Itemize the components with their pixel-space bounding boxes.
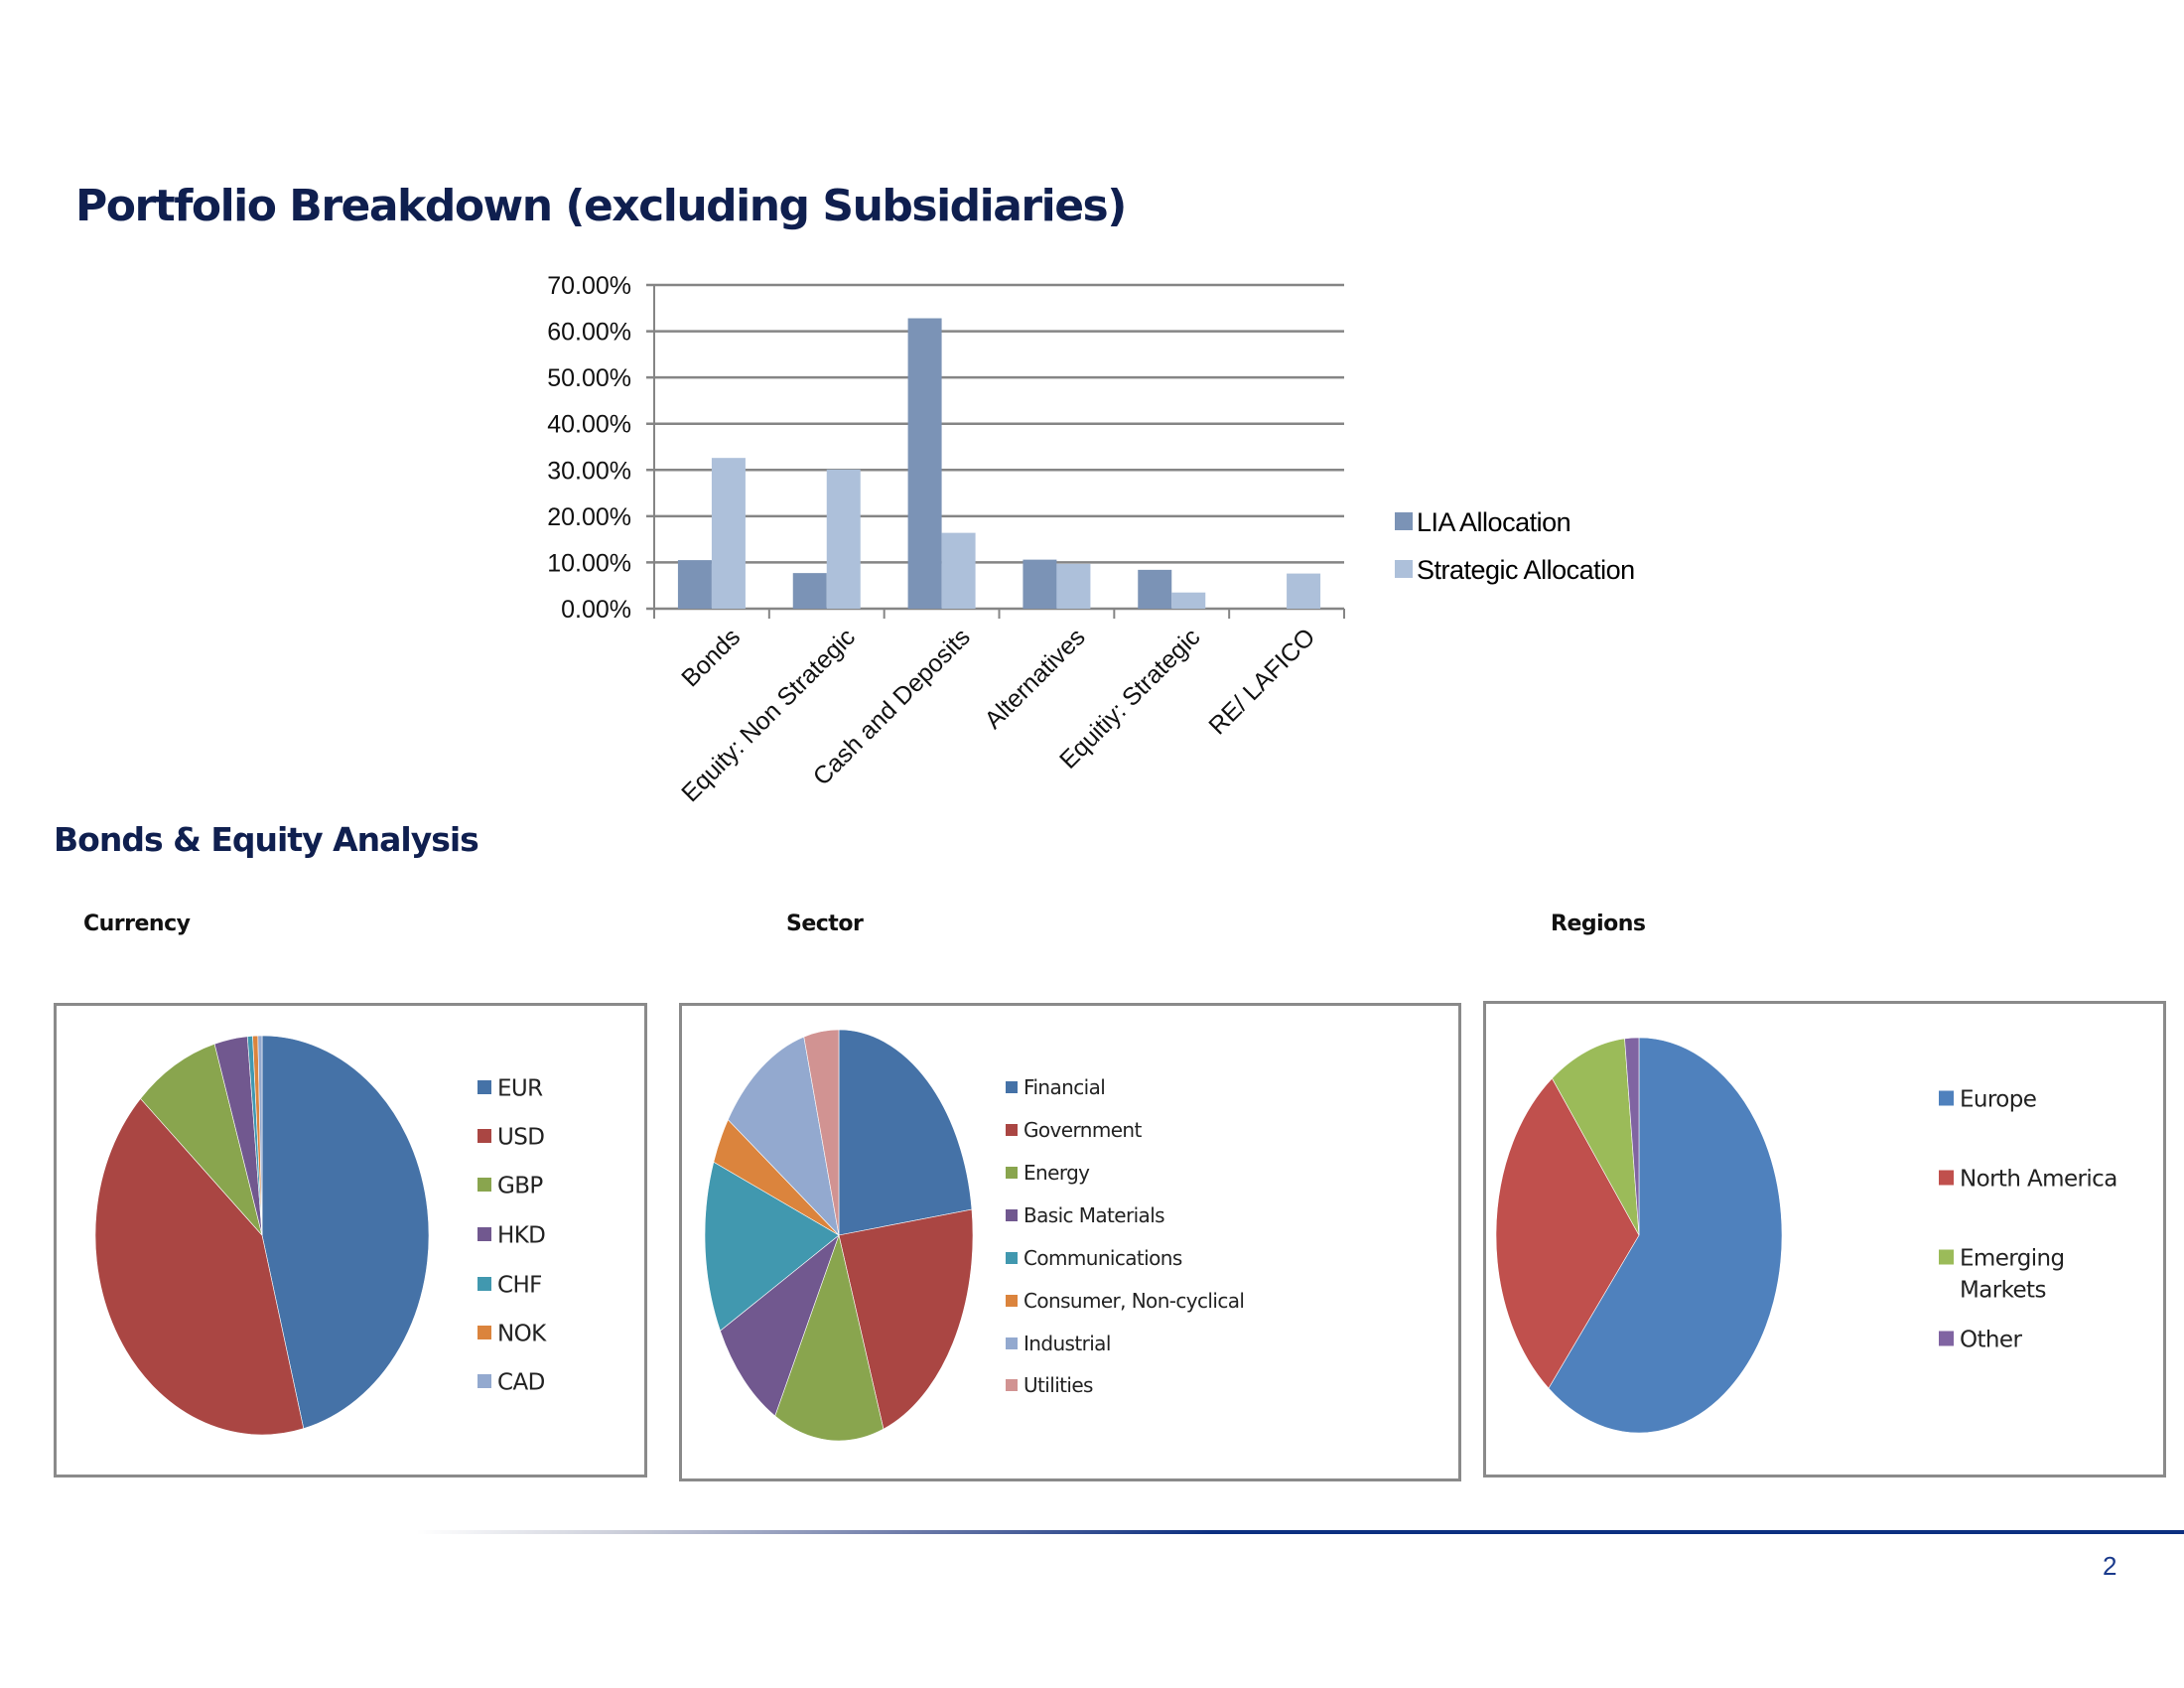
bar-lia-allocation-3 — [1023, 559, 1057, 609]
regions-pie-chart: Europe North America Emerging Markets Other — [1495, 1037, 2117, 1434]
bar-strategic-allocation-0 — [711, 458, 746, 609]
regions-chart-title: Regions — [1551, 912, 1646, 936]
legend-swatch — [1939, 1331, 1954, 1346]
legend-label: Strategic Allocation — [1417, 555, 1635, 585]
legend-label: Industrial — [1024, 1332, 1111, 1355]
bar-lia-allocation-4 — [1138, 569, 1172, 609]
legend-label: CHF — [497, 1272, 542, 1298]
legend-label: GBP — [497, 1173, 543, 1198]
y-tick-label: 0.00% — [561, 596, 631, 624]
legend-swatch — [1006, 1167, 1018, 1179]
bar-lia-allocation-0 — [677, 560, 712, 609]
y-tick-label: 40.00% — [547, 411, 631, 439]
legend-label: HKD — [497, 1222, 545, 1248]
y-tick-label: 60.00% — [547, 319, 631, 347]
legend-swatch — [1006, 1209, 1018, 1221]
x-category-label: Alternatives — [979, 623, 1090, 734]
bar-strategic-allocation-5 — [1287, 573, 1321, 609]
footer-divider — [417, 1530, 2184, 1534]
legend-swatch — [1006, 1081, 1018, 1093]
bar-lia-allocation-2 — [907, 318, 942, 609]
legend-label: Financial — [1024, 1075, 1105, 1099]
legend-label: Consumer, Non-cyclical — [1024, 1289, 1244, 1313]
legend-label: Energy — [1024, 1161, 1090, 1185]
sector-chart-panel: Financial Government Energy Basic Materials… — [679, 1003, 1461, 1481]
legend-label: Communications — [1024, 1246, 1182, 1270]
legend-label: Europe — [1960, 1086, 2036, 1112]
legend-label: Other — [1960, 1327, 2022, 1352]
y-tick-label: 50.00% — [547, 364, 631, 392]
pie-slice-financial — [838, 1029, 973, 1236]
bar-strategic-allocation-3 — [1056, 563, 1091, 609]
legend-label: Utilities — [1024, 1373, 1093, 1397]
regions-chart-panel: Europe North America Emerging Markets Other — [1483, 1001, 2166, 1477]
legend-swatch — [1939, 1170, 1954, 1186]
legend-label: Government — [1024, 1118, 1142, 1142]
legend-swatch — [478, 1326, 491, 1339]
legend-label: Basic Materials — [1024, 1203, 1164, 1227]
sector-chart-title: Sector — [786, 912, 864, 936]
legend-swatch — [1006, 1124, 1018, 1136]
legend-swatch — [1006, 1337, 1018, 1349]
x-category-label: Bonds — [676, 623, 746, 692]
y-tick-label: 10.00% — [547, 549, 631, 577]
legend-swatch — [478, 1178, 491, 1192]
currency-chart-panel: EUR USD GBP HKD CHF NOK CAD — [54, 1003, 647, 1477]
legend-swatch — [1395, 560, 1413, 578]
legend-label: Emerging — [1960, 1245, 2065, 1271]
x-category-label: RE/ LAFICO — [1203, 623, 1320, 740]
legend-swatch — [478, 1227, 491, 1241]
legend-label: LIA Allocation — [1417, 507, 1570, 537]
legend-swatch — [1006, 1379, 1018, 1391]
legend-label: USD — [497, 1124, 544, 1150]
legend-label: North America — [1960, 1166, 2117, 1192]
currency-chart-title: Currency — [83, 912, 191, 936]
bar-lia-allocation-1 — [792, 573, 827, 609]
bar-strategic-allocation-4 — [1171, 592, 1206, 609]
y-tick-label: 30.00% — [547, 457, 631, 485]
bar-strategic-allocation-2 — [941, 532, 976, 609]
legend-swatch — [1006, 1252, 1018, 1264]
bar-strategic-allocation-1 — [826, 469, 861, 609]
allocation-bar-chart: 0.00% 10.00% 20.00% 30.00% 40.00% 50.00% 60.00… — [547, 272, 1635, 807]
section-title: Bonds & Equity Analysis — [54, 820, 479, 859]
y-tick-label: 20.00% — [547, 503, 631, 531]
legend-label: Markets — [1960, 1277, 2046, 1303]
sector-pie-chart: Financial Government Energy Basic Materials… — [704, 1029, 1245, 1442]
legend-swatch — [1006, 1295, 1018, 1307]
legend-label: CAD — [497, 1369, 545, 1395]
legend-swatch — [478, 1080, 491, 1094]
legend-swatch — [478, 1374, 491, 1388]
currency-pie-chart: EUR USD GBP HKD CHF NOK CAD — [94, 1035, 548, 1436]
legend-swatch — [1939, 1249, 1954, 1265]
legend-swatch — [478, 1129, 491, 1143]
legend-swatch — [1395, 512, 1413, 530]
legend-swatch — [1939, 1090, 1954, 1106]
legend-label: EUR — [497, 1075, 543, 1101]
legend-swatch — [478, 1277, 491, 1291]
page-number: 2 — [2103, 1551, 2117, 1581]
legend-label: NOK — [497, 1321, 547, 1346]
y-tick-label: 70.00% — [547, 272, 631, 300]
